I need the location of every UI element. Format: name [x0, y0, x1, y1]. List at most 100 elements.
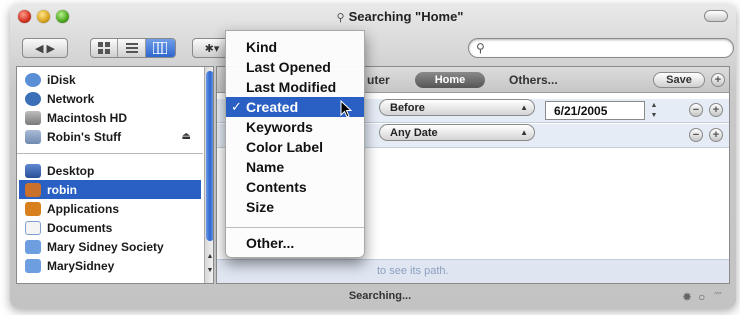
- scope-others-button[interactable]: Others...: [509, 73, 558, 87]
- date-operator-popup[interactable]: Before ▲: [379, 99, 535, 116]
- menu-item-label: Last Modified: [246, 79, 337, 95]
- applications-icon: [25, 201, 41, 216]
- sidebar-item-robins-stuff[interactable]: Robin's Stuff ⏏: [19, 127, 201, 146]
- sidebar-item-idisk[interactable]: iDisk: [19, 70, 201, 89]
- list-view-icon[interactable]: [118, 39, 146, 57]
- sidebar-item-network[interactable]: Network: [19, 89, 201, 108]
- path-hint-text: to see its path.: [377, 265, 449, 277]
- menu-item-keywords[interactable]: Keywords: [226, 117, 364, 137]
- sidebar-item-robin[interactable]: robin: [19, 180, 201, 199]
- title-bar: ⚲ Searching "Home": [10, 4, 736, 28]
- zoom-button[interactable]: [56, 10, 69, 23]
- menu-item-label: Other...: [246, 235, 295, 251]
- menu-item-name[interactable]: Name: [226, 157, 364, 177]
- sidebar-item-label: robin: [47, 182, 77, 197]
- magnifier-icon: ⚲: [476, 41, 485, 55]
- menu-item-label: Keywords: [246, 119, 313, 135]
- scope-home-button[interactable]: Home: [415, 72, 485, 88]
- network-icon: [25, 91, 41, 106]
- menu-item-label: Contents: [246, 179, 307, 195]
- scroll-thumb[interactable]: [206, 71, 213, 241]
- sidebar-item-desktop[interactable]: Desktop: [19, 161, 201, 180]
- sidebar: iDisk Network Macintosh HD Robin's Stuff…: [16, 66, 214, 284]
- icon-view-icon[interactable]: [91, 39, 119, 57]
- menu-item-contents[interactable]: Contents: [226, 177, 364, 197]
- sidebar-item-documents[interactable]: Documents: [19, 218, 201, 237]
- menu-item-other[interactable]: Other...: [226, 233, 364, 253]
- sidebar-item-marysidney[interactable]: MarySidney: [19, 256, 201, 275]
- scope-computer-button[interactable]: uter: [367, 73, 390, 87]
- sidebar-item-label: Robin's Stuff: [47, 129, 122, 144]
- date-value: 6/21/2005: [554, 103, 608, 118]
- sidebar-item-label: iDisk: [47, 72, 76, 87]
- sidebar-scrollbar[interactable]: ▲ ▼: [204, 67, 213, 283]
- sidebar-item-label: MarySidney: [47, 258, 115, 273]
- menu-item-last-opened[interactable]: Last Opened: [226, 57, 364, 77]
- menu-item-label: Color Label: [246, 139, 324, 155]
- folder-icon: [25, 258, 41, 273]
- toolbar-toggle-button[interactable]: [704, 10, 728, 22]
- documents-icon: [25, 220, 41, 235]
- close-button[interactable]: [18, 10, 31, 23]
- sidebar-item-macintosh-hd[interactable]: Macintosh HD: [19, 108, 201, 127]
- scroll-up-arrow-icon[interactable]: ▲: [206, 253, 213, 263]
- home-icon: [25, 182, 41, 197]
- menu-item-label: Size: [246, 199, 275, 215]
- date-range-value: Any Date: [390, 126, 438, 139]
- status-bar: Searching... ✹ ○ ⁗: [10, 286, 736, 308]
- finder-window: ⚲ Searching "Home" ◀ ▶ ✱▾ ⚲ iDisk Network: [10, 4, 736, 308]
- window-title-text: Searching "Home": [348, 9, 464, 24]
- date-range-popup[interactable]: Any Date ▲: [379, 124, 535, 141]
- sidebar-item-label: Applications: [47, 201, 120, 216]
- progress-spinner-icon: ✹: [682, 290, 693, 304]
- date-stepper[interactable]: ▲ ▼: [649, 101, 659, 121]
- column-view-icon[interactable]: [145, 39, 175, 57]
- idisk-icon: [25, 72, 41, 87]
- menu-item-label: Name: [246, 159, 285, 175]
- criteria-attribute-menu: Kind Last Opened Last Modified ✓ Created…: [225, 30, 365, 258]
- popup-arrows-icon: ▲: [520, 103, 528, 112]
- sidebar-item-label: Mary Sidney Society: [47, 239, 164, 254]
- path-bar: to see its path.: [217, 259, 729, 283]
- resize-grip-icon[interactable]: ⁗: [714, 290, 722, 304]
- search-icon: ⚲: [336, 12, 345, 24]
- back-forward-icon: ◀ ▶: [35, 42, 55, 55]
- sidebar-item-applications[interactable]: Applications: [19, 199, 201, 218]
- checkmark-icon: ✓: [231, 99, 242, 114]
- date-field[interactable]: 6/21/2005: [545, 101, 645, 120]
- remove-criteria-icon[interactable]: −: [689, 128, 703, 142]
- view-mode-control[interactable]: [90, 38, 176, 58]
- hard-drive-icon: [25, 110, 41, 125]
- stop-search-icon[interactable]: ○: [698, 290, 705, 304]
- menu-item-label: Kind: [246, 39, 278, 55]
- add-criteria-icon[interactable]: +: [711, 73, 725, 87]
- gear-icon: ✱▾: [204, 42, 220, 55]
- back-forward-button[interactable]: ◀ ▶: [22, 38, 68, 58]
- sidebar-item-label: Network: [47, 91, 95, 106]
- add-criteria-icon[interactable]: +: [709, 128, 723, 142]
- window-title: ⚲ Searching "Home": [300, 9, 500, 24]
- remove-criteria-icon[interactable]: −: [689, 103, 703, 117]
- save-search-button[interactable]: Save: [653, 72, 705, 88]
- search-field[interactable]: ⚲: [468, 38, 734, 58]
- add-criteria-icon[interactable]: +: [709, 103, 723, 117]
- date-operator-value: Before: [390, 101, 425, 114]
- folder-icon: [25, 239, 41, 254]
- minimize-button[interactable]: [37, 10, 50, 23]
- sidebar-divider: [17, 153, 203, 154]
- sidebar-item-mary-sidney-society[interactable]: Mary Sidney Society: [19, 237, 201, 256]
- menu-item-last-modified[interactable]: Last Modified: [226, 77, 364, 97]
- menu-item-label: Created: [246, 99, 299, 115]
- menu-item-kind[interactable]: Kind: [226, 37, 364, 57]
- menu-item-color-label[interactable]: Color Label: [226, 137, 364, 157]
- sidebar-item-label: Desktop: [47, 163, 95, 178]
- popup-arrows-icon: ▲: [520, 128, 528, 137]
- desktop-icon: [25, 163, 41, 178]
- eject-icon[interactable]: ⏏: [182, 131, 191, 142]
- drive-icon: [25, 129, 41, 144]
- menu-item-size[interactable]: Size: [226, 197, 364, 217]
- status-text: Searching...: [348, 290, 412, 302]
- menu-item-label: Last Opened: [246, 59, 331, 75]
- scroll-down-arrow-icon[interactable]: ▼: [206, 267, 213, 277]
- mouse-cursor-icon: [340, 100, 352, 118]
